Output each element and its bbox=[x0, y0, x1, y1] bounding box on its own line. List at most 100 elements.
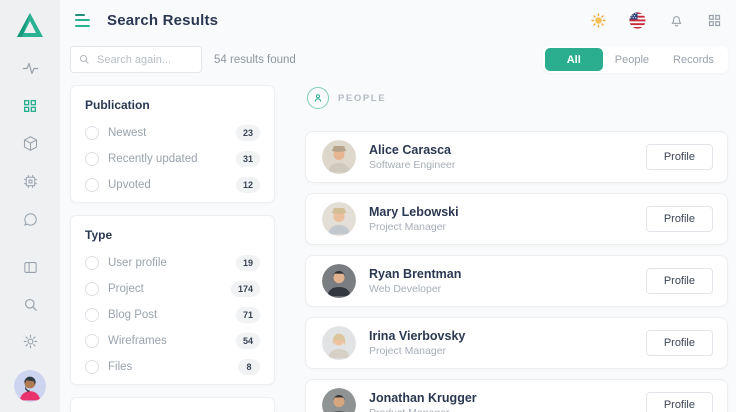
person-card: Jonathan Krugger Product Manager Profile bbox=[305, 379, 728, 412]
page-title: Search Results bbox=[107, 12, 218, 29]
person-meta: Jonathan Krugger Product Manager bbox=[369, 391, 477, 412]
activity-icon[interactable] bbox=[22, 60, 39, 77]
count-badge: 8 bbox=[238, 359, 260, 375]
filter-card-topics: Topics Engineering 45 bbox=[70, 397, 275, 412]
filter-option[interactable]: User profile 19 bbox=[85, 250, 260, 276]
search-box bbox=[70, 46, 202, 73]
filter-option[interactable]: Files 8 bbox=[85, 354, 260, 380]
filter-card-type: Type User profile 19 Project 174 Blog Po… bbox=[70, 215, 275, 385]
sidebar bbox=[0, 0, 60, 412]
person-card: Ryan Brentman Web Developer Profile bbox=[305, 255, 728, 307]
filter-title: Type bbox=[85, 228, 260, 242]
radio-button[interactable] bbox=[85, 334, 99, 348]
apps-grid-icon[interactable] bbox=[707, 13, 722, 28]
chat-icon[interactable] bbox=[22, 211, 39, 228]
notifications-bell-icon[interactable] bbox=[668, 12, 685, 29]
us-flag-icon[interactable] bbox=[629, 12, 646, 29]
filter-option[interactable]: Blog Post 71 bbox=[85, 302, 260, 328]
menu-icon[interactable] bbox=[72, 11, 93, 30]
radio-button[interactable] bbox=[85, 282, 99, 296]
tab-records[interactable]: Records bbox=[661, 48, 726, 71]
app-window: Search Results bbox=[0, 0, 736, 412]
person-card: Irina Vierbovsky Project Manager Profile bbox=[305, 317, 728, 369]
person-role: Software Engineer bbox=[369, 159, 455, 171]
person-meta: Irina Vierbovsky Project Manager bbox=[369, 329, 465, 357]
count-badge: 71 bbox=[236, 307, 260, 323]
count-badge: 174 bbox=[231, 281, 260, 297]
sidebar-nav bbox=[22, 60, 39, 228]
person-name: Ryan Brentman bbox=[369, 267, 461, 281]
logo-triangle[interactable] bbox=[16, 12, 44, 38]
filter-label: Newest bbox=[108, 127, 146, 139]
filter-panel: Publication Newest 23 Recently updated 3… bbox=[70, 85, 275, 412]
radio-button[interactable] bbox=[85, 126, 99, 140]
count-badge: 19 bbox=[236, 255, 260, 271]
filter-option[interactable]: Upvoted 12 bbox=[85, 172, 260, 198]
person-role: Project Manager bbox=[369, 345, 465, 357]
header: Search Results bbox=[60, 0, 736, 40]
radio-button[interactable] bbox=[85, 308, 99, 322]
profile-button[interactable]: Profile bbox=[646, 206, 713, 232]
filter-option[interactable]: Wireframes 54 bbox=[85, 328, 260, 354]
results-count: 54 results found bbox=[214, 54, 296, 66]
toolbar: 54 results found All People Records bbox=[60, 40, 736, 73]
filter-label: Blog Post bbox=[108, 309, 157, 321]
tab-people[interactable]: People bbox=[603, 48, 661, 71]
person-avatar bbox=[322, 326, 356, 360]
person-icon bbox=[307, 87, 329, 109]
cube-icon[interactable] bbox=[22, 135, 39, 152]
main-area: Search Results bbox=[60, 0, 736, 412]
tab-group: All People Records bbox=[543, 46, 728, 73]
count-badge: 23 bbox=[236, 125, 260, 141]
radio-button[interactable] bbox=[85, 360, 99, 374]
user-avatar[interactable] bbox=[14, 370, 46, 402]
content: Publication Newest 23 Recently updated 3… bbox=[60, 73, 736, 412]
person-name: Mary Lebowski bbox=[369, 205, 459, 219]
person-card: Alice Carasca Software Engineer Profile bbox=[305, 131, 728, 183]
profile-button[interactable]: Profile bbox=[646, 144, 713, 170]
radio-button[interactable] bbox=[85, 178, 99, 192]
radio-button[interactable] bbox=[85, 256, 99, 270]
count-badge: 54 bbox=[236, 333, 260, 349]
person-meta: Mary Lebowski Project Manager bbox=[369, 205, 459, 233]
profile-button[interactable]: Profile bbox=[646, 268, 713, 294]
theme-sun-icon[interactable] bbox=[590, 12, 607, 29]
search-icon[interactable] bbox=[22, 296, 39, 313]
profile-button[interactable]: Profile bbox=[646, 330, 713, 356]
sidebar-bottom bbox=[14, 259, 46, 412]
filter-option[interactable]: Project 174 bbox=[85, 276, 260, 302]
filter-label: Wireframes bbox=[108, 335, 167, 347]
tab-all[interactable]: All bbox=[545, 48, 603, 71]
count-badge: 12 bbox=[236, 177, 260, 193]
dashboard-grid-icon[interactable] bbox=[22, 98, 38, 114]
count-badge: 31 bbox=[236, 151, 260, 167]
person-role: Product Manager bbox=[369, 407, 477, 412]
search-icon bbox=[78, 53, 90, 65]
radio-button[interactable] bbox=[85, 152, 99, 166]
person-avatar bbox=[322, 264, 356, 298]
filter-option[interactable]: Newest 23 bbox=[85, 120, 260, 146]
filter-label: Project bbox=[108, 283, 144, 295]
person-card: Mary Lebowski Project Manager Profile bbox=[305, 193, 728, 245]
filter-card-publication: Publication Newest 23 Recently updated 3… bbox=[70, 85, 275, 203]
person-avatar bbox=[322, 388, 356, 412]
person-meta: Ryan Brentman Web Developer bbox=[369, 267, 461, 295]
filter-label: Files bbox=[108, 361, 132, 373]
profile-button[interactable]: Profile bbox=[646, 392, 713, 412]
layout-icon[interactable] bbox=[22, 259, 39, 276]
person-role: Web Developer bbox=[369, 283, 461, 295]
settings-gear-icon[interactable] bbox=[22, 333, 39, 350]
filter-label: Upvoted bbox=[108, 179, 151, 191]
results-panel: PEOPLE Alice Carasca Software Engineer P… bbox=[305, 85, 728, 412]
person-role: Project Manager bbox=[369, 221, 459, 233]
filter-label: User profile bbox=[108, 257, 167, 269]
filter-title: Publication bbox=[85, 98, 260, 112]
person-name: Irina Vierbovsky bbox=[369, 329, 465, 343]
person-name: Alice Carasca bbox=[369, 143, 455, 157]
person-meta: Alice Carasca Software Engineer bbox=[369, 143, 455, 171]
section-label: PEOPLE bbox=[338, 93, 386, 104]
chip-icon[interactable] bbox=[22, 173, 39, 190]
filter-option[interactable]: Recently updated 31 bbox=[85, 146, 260, 172]
person-name: Jonathan Krugger bbox=[369, 391, 477, 405]
people-section-header: PEOPLE bbox=[305, 85, 728, 119]
